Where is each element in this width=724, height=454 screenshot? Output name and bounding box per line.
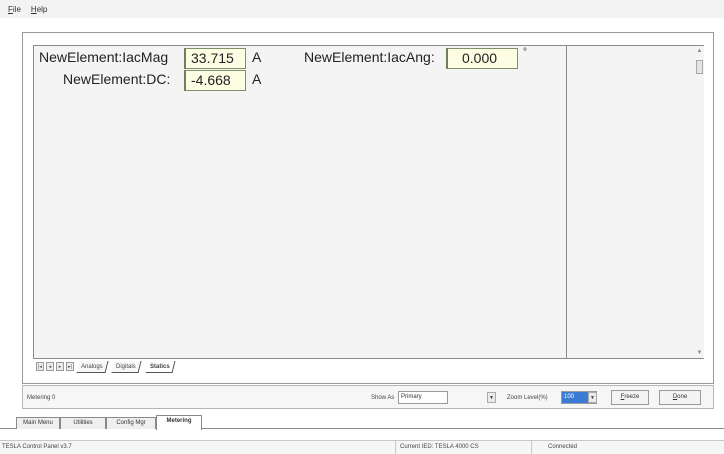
- menu-file-label: ile: [12, 4, 21, 14]
- zoom-level-value: 100: [564, 394, 575, 400]
- menu-bar: File Help: [0, 0, 724, 18]
- first-page-icon[interactable]: |◂: [36, 362, 44, 371]
- next-page-icon[interactable]: ▸: [56, 362, 64, 371]
- app-version-text: TESLA Control Panel v3.7: [0, 441, 396, 454]
- tab-main-menu-label: Main Menu: [23, 420, 53, 426]
- tab-metering[interactable]: Metering: [156, 415, 202, 430]
- dc-label: NewElement:DC:: [63, 71, 171, 87]
- iac-ang-label: NewElement:IacAng:: [304, 49, 435, 65]
- dc-unit: A: [252, 71, 262, 87]
- statics-panel: NewElement:IacMag 33.715 A NewElement:Ia…: [33, 45, 567, 359]
- connection-status-text: Connected: [548, 444, 578, 450]
- metering-status-text: Metering 0: [27, 395, 56, 401]
- scroll-thumb[interactable]: [696, 60, 703, 74]
- tab-analogs[interactable]: Analogs: [76, 361, 109, 373]
- freeze-button[interactable]: Freeze: [611, 390, 649, 405]
- iac-ang-unit: °: [523, 47, 527, 58]
- tab-main-menu[interactable]: Main Menu: [16, 417, 60, 429]
- tab-statics[interactable]: Statics: [145, 361, 176, 373]
- iac-mag-value: 33.715: [184, 48, 246, 69]
- current-ied-text: Current IED: TESLA 4000 CS: [396, 441, 532, 454]
- scroll-up-icon[interactable]: ▲: [695, 46, 704, 56]
- iac-mag-label: NewElement:IacMag: [39, 49, 169, 65]
- side-panel: [567, 45, 704, 359]
- last-page-icon[interactable]: ▸|: [66, 362, 74, 371]
- dc-value: -4.668: [184, 70, 246, 91]
- show-as-label: Show As: [371, 395, 395, 401]
- freeze-label: reeze: [624, 394, 640, 400]
- tab-utilities-label: Utilities: [73, 420, 93, 426]
- vertical-scrollbar[interactable]: ▲ ▼: [695, 46, 704, 358]
- menu-help[interactable]: Help: [31, 5, 47, 14]
- show-as-value: Primary: [401, 394, 422, 400]
- menu-help-label: elp: [36, 4, 48, 14]
- tab-digitals[interactable]: Digitals: [111, 361, 142, 373]
- prev-page-icon[interactable]: ◂: [46, 362, 54, 371]
- zoom-dropdown-icon[interactable]: ▼: [588, 392, 597, 403]
- tab-metering-label: Metering: [166, 418, 192, 424]
- show-as-dropdown-icon[interactable]: ▼: [487, 392, 496, 403]
- control-row: Metering 0 Show As Primary ▼ Zoom Level(…: [22, 385, 714, 409]
- status-bar: TESLA Control Panel v3.7 Current IED: TE…: [0, 440, 724, 454]
- show-as-select[interactable]: Primary: [398, 391, 448, 404]
- tab-config-mgr[interactable]: Config Mgr: [106, 417, 156, 429]
- tab-statics-label: Statics: [150, 364, 170, 370]
- tab-config-mgr-label: Config Mgr: [116, 420, 146, 426]
- iac-mag-unit: A: [252, 49, 262, 65]
- done-button[interactable]: Done: [659, 390, 701, 405]
- zoom-level-label: Zoom Level(%): [507, 395, 548, 401]
- iac-ang-value: 0.000: [446, 48, 518, 69]
- tab-utilities[interactable]: Utilities: [60, 417, 106, 429]
- tab-analogs-label: Analogs: [81, 364, 103, 370]
- tab-digitals-label: Digitals: [116, 364, 136, 370]
- main-tab-bar: Main Menu Utilities Config Mgr Metering: [0, 412, 724, 430]
- page-tab-row: |◂ ◂ ▸ ▸| Analogs Digitals Statics: [33, 358, 567, 374]
- menu-file[interactable]: File: [8, 5, 21, 14]
- done-label: one: [677, 394, 688, 400]
- scroll-down-icon[interactable]: ▼: [695, 348, 704, 358]
